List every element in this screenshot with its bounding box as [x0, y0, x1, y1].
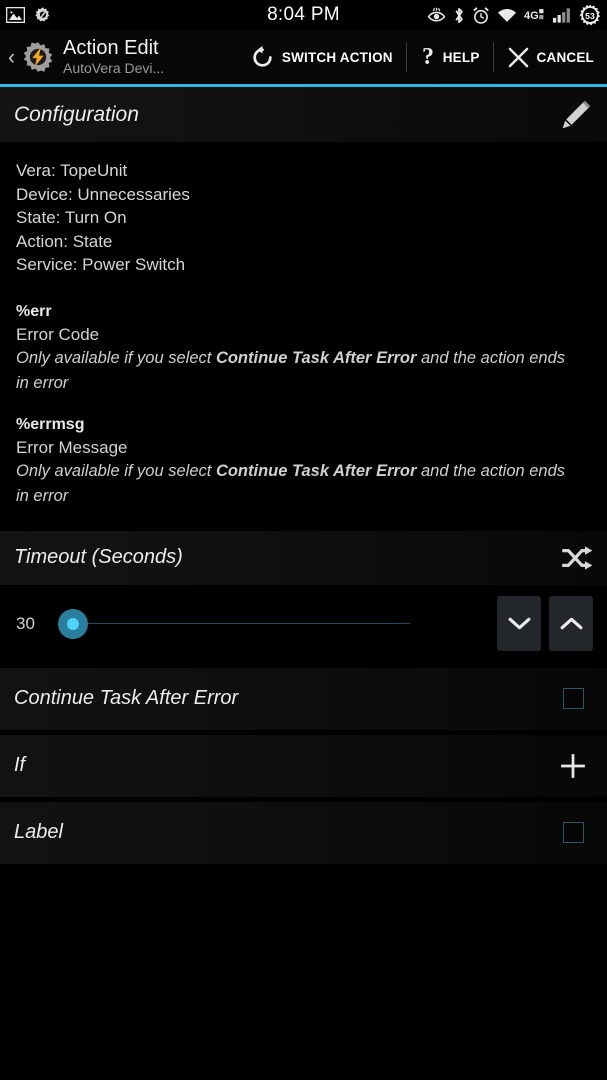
- refresh-rotate-icon: [253, 45, 272, 67]
- variable-note: Only available if you select Continue Ta…: [16, 459, 591, 509]
- bluetooth-icon: [455, 7, 463, 23]
- variable-note-bold: Continue Task After Error: [215, 461, 417, 480]
- shuffle-icon: [562, 545, 593, 570]
- option-label: If: [14, 754, 26, 776]
- network-4g-icon: 4G: [524, 9, 544, 22]
- svg-text:?: ?: [422, 45, 434, 70]
- config-line-vera: Vera: TopeUnit: [16, 161, 128, 180]
- variable-name: %errmsg: [16, 415, 85, 433]
- configuration-title: Configuration: [14, 102, 139, 126]
- timeout-slider-row: 30: [0, 584, 607, 663]
- variable-note-before: Only available if you select: [16, 348, 216, 367]
- timeout-shuffle-button[interactable]: [561, 545, 593, 571]
- alarm-icon: [473, 6, 489, 24]
- option-control[interactable]: [553, 751, 593, 781]
- option-row-if[interactable]: If: [0, 734, 607, 797]
- svg-text:4G: 4G: [524, 10, 539, 22]
- cancel-button[interactable]: CANCEL: [494, 30, 607, 84]
- configuration-header[interactable]: Configuration: [0, 87, 607, 143]
- config-line-device: Device: Unnecessaries: [16, 184, 190, 204]
- signal-bars-icon: [553, 8, 570, 23]
- config-line-service: Service: Power Switch: [16, 255, 186, 274]
- option-label: Continue Task After Error: [14, 687, 239, 709]
- variable-description: Error Code: [16, 324, 100, 344]
- close-x-icon: [508, 47, 528, 67]
- timeout-decrement-button[interactable]: [497, 596, 541, 651]
- timeout-value: 30: [16, 613, 35, 633]
- variable-err: %err Error Code Only available if you se…: [0, 301, 607, 396]
- slider-track: [70, 623, 410, 624]
- wifi-icon: [497, 8, 517, 22]
- variable-note-bold: Continue Task After Error: [215, 348, 417, 367]
- plus-icon[interactable]: [558, 751, 588, 781]
- pencil-icon: [562, 100, 591, 128]
- switch-action-label: SWITCH ACTION: [281, 49, 393, 65]
- config-line-action: Action: State: [16, 231, 113, 251]
- option-row-label[interactable]: Label: [0, 801, 607, 864]
- question-mark-icon: ?: [422, 45, 434, 70]
- status-bar-right-icons: 4G 53: [427, 4, 601, 26]
- continue-task-checkbox[interactable]: [562, 688, 584, 709]
- config-line-state: State: Turn On: [16, 208, 127, 227]
- tasker-gear-bolt-icon: [23, 42, 53, 72]
- option-control[interactable]: [553, 822, 593, 843]
- variable-description: Error Message: [16, 437, 128, 457]
- variable-note: Only available if you select Continue Ta…: [16, 346, 591, 396]
- variable-errmsg: %errmsg Error Message Only available if …: [0, 414, 607, 509]
- switch-action-button[interactable]: SWITCH ACTION: [237, 30, 406, 84]
- option-control[interactable]: [553, 688, 593, 709]
- variable-name: %err: [16, 302, 52, 320]
- help-button[interactable]: ? HELP: [407, 30, 493, 84]
- cancel-label: CANCEL: [536, 49, 594, 65]
- chevron-down-icon: [508, 617, 530, 630]
- page-subtitle: AutoVera Devi...: [63, 60, 165, 76]
- action-bar: ‹ Action Edit AutoVera Devi... SWITCH AC…: [0, 30, 607, 84]
- main-content: Configuration Vera: TopeUnit Device: Unn…: [0, 87, 607, 864]
- battery-icon: 53: [579, 4, 601, 26]
- help-label: HELP: [442, 49, 480, 65]
- label-checkbox[interactable]: [562, 822, 584, 843]
- chevron-up-icon: [560, 617, 582, 630]
- configuration-details: Vera: TopeUnit Device: Unnecessaries Sta…: [0, 143, 607, 283]
- page-title: Action Edit: [63, 37, 159, 59]
- slider-thumb-dot: [67, 617, 79, 630]
- back-chevron-icon[interactable]: ‹: [4, 47, 21, 68]
- status-bar: 8:04 PM 4G 53: [0, 0, 607, 30]
- slider-thumb[interactable]: [58, 608, 88, 639]
- timeout-slider[interactable]: [52, 604, 475, 644]
- option-label: Label: [14, 821, 63, 843]
- timeout-header[interactable]: Timeout (Seconds): [0, 530, 607, 585]
- eye-icon: [427, 7, 446, 22]
- configuration-edit-button[interactable]: [559, 98, 593, 132]
- timeout-increment-button[interactable]: [549, 596, 593, 651]
- option-row-continue-task-after-error[interactable]: Continue Task After Error: [0, 667, 607, 730]
- battery-level-text: 53: [585, 11, 595, 21]
- variable-note-before: Only available if you select: [16, 461, 216, 480]
- timeout-title: Timeout (Seconds): [14, 546, 183, 568]
- action-bar-title-block: Action Edit AutoVera Devi...: [63, 37, 164, 77]
- action-bar-actions: SWITCH ACTION ? HELP CANCEL: [237, 30, 607, 84]
